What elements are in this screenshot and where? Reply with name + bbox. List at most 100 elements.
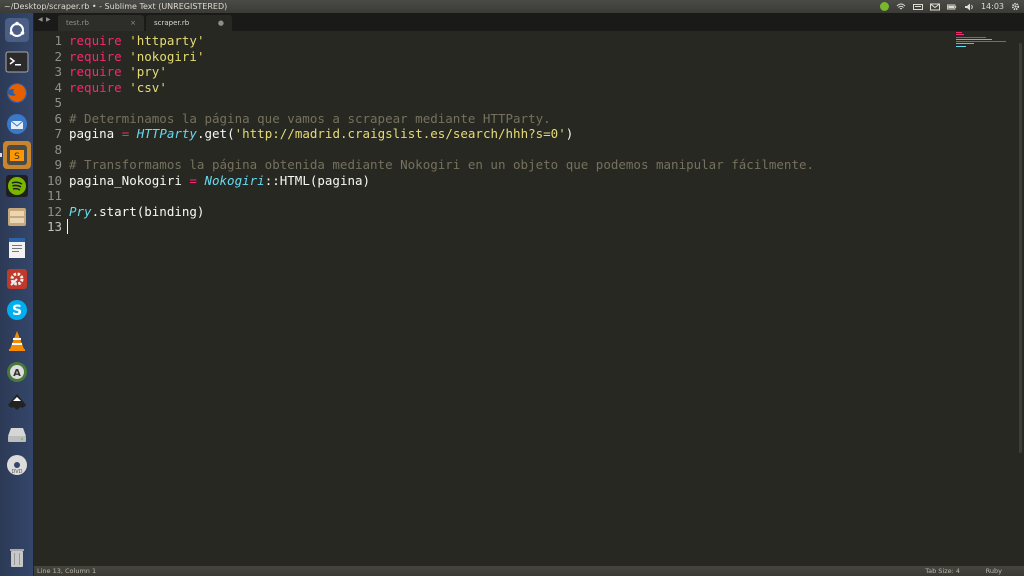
minimap-line — [956, 32, 962, 33]
tab-close-icon[interactable]: × — [130, 15, 136, 31]
minimap-line — [956, 43, 974, 44]
line-number: 12 — [46, 203, 62, 219]
code-token: 'csv' — [129, 79, 167, 95]
minimap[interactable] — [956, 31, 1016, 51]
code-token: Pry — [69, 203, 92, 219]
settings-gear-icon[interactable] — [1011, 2, 1020, 11]
trash-launcher[interactable] — [3, 543, 31, 571]
dvd-disc-icon: DVD — [7, 455, 27, 475]
code-line[interactable]: require 'csv' — [69, 80, 167, 96]
tab-test-rb[interactable]: test.rb × — [58, 15, 144, 31]
skype-icon: S — [7, 300, 27, 320]
thunderbird-launcher[interactable] — [3, 110, 31, 138]
code-line[interactable]: pagina = HTTParty.get('http://madrid.cra… — [69, 126, 573, 142]
running-indicator — [0, 153, 2, 157]
code-line[interactable]: require 'nokogiri' — [69, 49, 204, 65]
svg-text:S: S — [12, 303, 22, 319]
code-token: = — [189, 172, 197, 188]
code-token: HTTParty — [136, 126, 197, 141]
status-bar: Line 13, Column 1 Tab Size: 4 Ruby — [34, 566, 1024, 576]
spotify-launcher[interactable] — [3, 172, 31, 200]
ubuntu-dash-button[interactable] — [3, 16, 31, 44]
minimap-line — [956, 34, 964, 35]
line-number: 10 — [46, 172, 62, 188]
spotify-icon[interactable] — [879, 2, 889, 11]
line-number: 7 — [54, 126, 62, 141]
dvd-launcher[interactable]: DVD — [3, 451, 31, 479]
tab-scraper-rb[interactable]: scraper.rb ● — [146, 15, 232, 31]
line-number: 2 — [54, 48, 62, 64]
code-token: require — [69, 79, 122, 95]
terminal-launcher[interactable] — [3, 48, 31, 76]
line-number: 13 — [46, 219, 62, 234]
sublime-text-launcher[interactable]: S — [3, 141, 31, 169]
code-line[interactable]: require 'pry' — [69, 64, 167, 80]
writer-launcher[interactable] — [3, 234, 31, 262]
mail-icon[interactable] — [929, 3, 940, 11]
syntax-selector[interactable]: Ruby — [986, 566, 1002, 576]
minimap-line — [956, 39, 992, 40]
code-editor[interactable]: 1 2 3 4 5 6 7 8 9 10 11 12 13 require 'httparty' requ… — [34, 31, 1024, 566]
tab-bar: ◀ ▶ test.rb × scraper.rb ● — [34, 13, 1024, 31]
vertical-scrollbar[interactable] — [1019, 43, 1022, 453]
code-token: 'pry' — [129, 64, 167, 79]
code-token: require — [69, 33, 122, 48]
code-line[interactable]: # Determinamos la página que vamos a scr… — [69, 111, 551, 127]
minimap-line — [956, 41, 1006, 42]
skype-launcher[interactable]: S — [3, 296, 31, 324]
thunderbird-icon — [7, 114, 27, 134]
top-panel: ~/Desktop/scraper.rb • - Sublime Text (U… — [0, 0, 1024, 13]
code-token: 'nokogiri' — [129, 48, 205, 64]
tab-label: test.rb — [66, 19, 89, 27]
files-launcher[interactable] — [3, 203, 31, 231]
vlc-cone-icon — [9, 331, 25, 351]
code-token: # Determinamos la página que vamos a scr… — [69, 110, 551, 126]
code-line[interactable]: pagina_Nokogiri = Nokogiri::HTML(pagina) — [69, 173, 370, 189]
keyboard-icon[interactable] — [912, 3, 923, 11]
document-icon — [9, 238, 25, 258]
spotify-icon — [6, 175, 28, 197]
software-center-launcher[interactable]: A — [3, 358, 31, 386]
file-cabinet-icon — [8, 208, 26, 226]
tab-nav-right-icon[interactable]: ▶ — [46, 16, 51, 23]
code-token: require — [69, 64, 122, 79]
line-number: 5 — [54, 95, 62, 110]
ubuntu-logo-icon — [5, 18, 29, 42]
terminal-icon — [5, 51, 29, 73]
vlc-launcher[interactable] — [3, 327, 31, 355]
inkscape-launcher[interactable] — [3, 389, 31, 417]
line-number: 1 — [54, 33, 62, 48]
firefox-icon — [7, 83, 27, 103]
line-number: 8 — [54, 141, 62, 157]
system-settings-launcher[interactable] — [3, 265, 31, 293]
tab-nav-left-icon[interactable]: ◀ — [38, 16, 43, 23]
code-token: pagina_Nokogiri — [69, 172, 190, 188]
tab-label: scraper.rb — [154, 19, 190, 27]
line-number: 6 — [54, 110, 62, 126]
svg-text:A: A — [13, 368, 21, 379]
code-line[interactable]: Pry.start(binding) — [69, 204, 204, 220]
code-token: # Transformamos la página obtenida media… — [69, 157, 815, 172]
wifi-icon[interactable] — [896, 3, 906, 11]
drive-launcher[interactable] — [3, 420, 31, 448]
minimap-line — [956, 37, 986, 38]
code-token: ::HTML(pagina) — [264, 172, 371, 188]
tab-size-selector[interactable]: Tab Size: 4 — [925, 566, 960, 576]
code-token: .get( — [196, 126, 235, 141]
battery-icon[interactable] — [946, 3, 957, 11]
firefox-launcher[interactable] — [3, 79, 31, 107]
hard-drive-icon — [8, 428, 26, 442]
code-line[interactable]: require 'httparty' — [69, 33, 204, 49]
volume-icon[interactable] — [964, 3, 974, 11]
code-token: ) — [565, 126, 574, 141]
code-line[interactable]: # Transformamos la página obtenida media… — [69, 157, 814, 173]
launcher: S S A DVD — [0, 13, 34, 576]
clock[interactable]: 14:03 — [981, 0, 1004, 13]
line-number: 4 — [54, 79, 62, 95]
trash-icon — [10, 549, 24, 567]
code-token: .start(binding) — [91, 203, 205, 219]
code-token: 'http://madrid.craigslist.es/search/hhh?… — [234, 126, 566, 141]
cursor-position: Line 13, Column 1 — [37, 567, 97, 575]
tab-unsaved-dot-icon[interactable]: ● — [218, 15, 224, 31]
